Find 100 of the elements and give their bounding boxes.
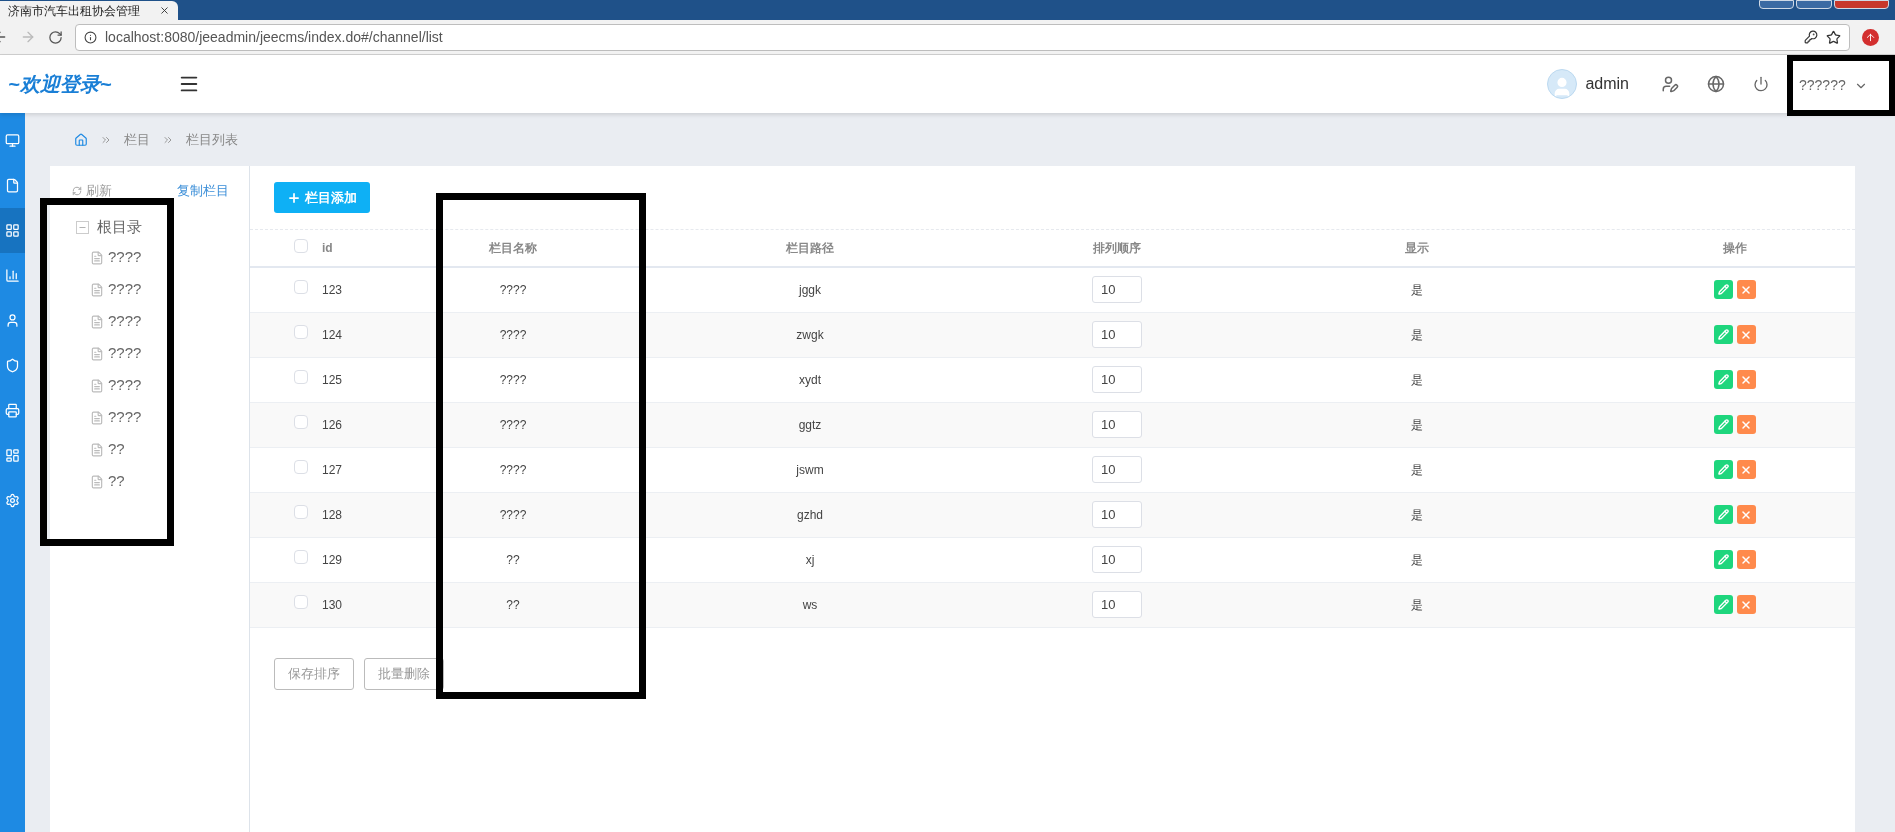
table-cell: 128 <box>322 507 343 522</box>
checkbox[interactable] <box>294 415 308 429</box>
order-input[interactable]: 10 <box>1092 321 1142 348</box>
tree-node[interactable]: ???? <box>108 310 142 333</box>
table-cell: ???? <box>499 417 527 432</box>
delete-button[interactable] <box>1736 460 1756 479</box>
table-row[interactable]: 129 ?? xj 10 是 <box>250 537 1855 582</box>
collapse-icon[interactable] <box>76 221 89 234</box>
delete-button[interactable] <box>1736 505 1756 524</box>
checkbox[interactable] <box>294 238 308 253</box>
table-cell: 是 <box>1411 597 1423 612</box>
table-row[interactable]: 127 ???? jswm 10 是 <box>250 447 1855 492</box>
order-input[interactable]: 10 <box>1092 456 1142 483</box>
checkbox[interactable] <box>294 595 308 609</box>
table-cell: ggtz <box>798 417 822 432</box>
tree-node[interactable]: ???? <box>108 246 142 269</box>
pencil-icon <box>1717 509 1729 520</box>
file-icon <box>90 314 104 329</box>
edit-button[interactable] <box>1713 370 1733 389</box>
edit-button[interactable] <box>1713 460 1733 479</box>
file-icon <box>90 250 104 265</box>
tree-node[interactable]: ???? <box>108 406 142 429</box>
address-bar[interactable]: localhost:8080/jeeadmin/jeecms/index.do#/channel/list <box>75 23 1850 51</box>
table-cell: jswm <box>796 462 824 477</box>
refresh-icon <box>72 185 82 196</box>
power-icon[interactable] <box>1753 76 1769 92</box>
delete-button[interactable] <box>1736 595 1756 614</box>
checkbox[interactable] <box>294 550 308 564</box>
checkbox[interactable] <box>294 460 308 474</box>
home-icon[interactable] <box>74 132 88 147</box>
edit-button[interactable] <box>1713 325 1733 344</box>
checkbox[interactable] <box>294 325 308 339</box>
tree-node[interactable]: ?? <box>108 470 125 493</box>
delete-button[interactable] <box>1736 415 1756 434</box>
table-row[interactable]: 130 ?? ws 10 是 <box>250 582 1855 627</box>
edit-button[interactable] <box>1713 550 1733 569</box>
delete-button[interactable] <box>1736 325 1756 344</box>
edit-button[interactable] <box>1713 505 1733 524</box>
table-row[interactable]: 124 ???? zwgk 10 是 <box>250 312 1855 357</box>
pencil-icon <box>1717 329 1729 340</box>
forward-icon[interactable] <box>20 29 36 45</box>
tab-title: 济南市汽车出租协会管理 <box>8 2 141 20</box>
logo: ~欢迎登录~ <box>8 72 113 97</box>
copy-link[interactable]: 复制栏目 <box>177 181 229 201</box>
table-cell: zwgk <box>796 327 824 342</box>
language-dropdown[interactable]: ?????? <box>1799 75 1868 96</box>
dashboard-icon <box>5 448 20 463</box>
key-icon[interactable] <box>1804 30 1818 44</box>
order-input[interactable]: 10 <box>1092 276 1142 304</box>
cross-icon <box>1740 463 1752 476</box>
delete-button[interactable] <box>1736 280 1756 300</box>
order-input[interactable]: 10 <box>1092 501 1142 528</box>
monitor-icon <box>5 133 20 148</box>
table-cell: ???? <box>499 462 527 477</box>
checkbox[interactable] <box>294 280 308 295</box>
reload-icon[interactable] <box>48 29 63 45</box>
avatar <box>1547 69 1578 99</box>
table-row[interactable]: 123 ???? jggk 10 是 <box>250 267 1855 312</box>
browser-tab[interactable]: 济南市汽车出租协会管理 <box>0 1 178 20</box>
user-name[interactable]: admin <box>1585 72 1629 96</box>
settings-icon <box>5 493 20 508</box>
order-input[interactable]: 10 <box>1092 366 1142 393</box>
tree-node[interactable]: ???? <box>108 374 142 397</box>
file-icon <box>90 410 104 425</box>
table-cell: 123 <box>322 282 343 297</box>
grid-icon <box>5 223 20 238</box>
cross-icon <box>1740 373 1752 386</box>
table-cell: 126 <box>322 417 343 432</box>
checkbox[interactable] <box>294 370 308 384</box>
sidebar-item[interactable] <box>0 208 25 253</box>
edit-button[interactable] <box>1713 415 1733 434</box>
order-input[interactable]: 10 <box>1092 411 1142 438</box>
table-cell: xj <box>805 552 815 567</box>
order-input[interactable]: 10 <box>1092 546 1142 573</box>
file-icon <box>90 378 104 393</box>
table-row[interactable]: 125 ???? xydt 10 是 <box>250 357 1855 402</box>
close-icon[interactable] <box>159 5 170 16</box>
table-row[interactable]: 126 ???? ggtz 10 是 <box>250 402 1855 447</box>
checkbox[interactable] <box>294 505 308 519</box>
table-row[interactable]: 128 ???? gzhd 10 是 <box>250 492 1855 537</box>
delete-button[interactable] <box>1736 370 1756 389</box>
pencil-icon <box>1717 419 1729 430</box>
table-cell: 是 <box>1411 507 1423 522</box>
table-cell: gzhd <box>797 507 823 522</box>
column-header: id <box>322 230 420 267</box>
window-controls[interactable] <box>1759 0 1889 9</box>
edit-button[interactable] <box>1713 595 1733 614</box>
browser-icon[interactable] <box>1707 75 1725 93</box>
order-input[interactable]: 10 <box>1092 591 1142 618</box>
tree-node[interactable]: ???? <box>108 342 142 365</box>
table-cell: ws <box>802 597 818 612</box>
edit-button[interactable] <box>1713 280 1733 300</box>
tree-node[interactable]: 根目录 <box>97 216 142 239</box>
tree-node[interactable]: ???? <box>108 278 142 301</box>
column-header: 栏目路径 <box>606 230 1014 267</box>
tree-node[interactable]: ?? <box>108 438 125 461</box>
delete-button[interactable] <box>1736 550 1756 569</box>
star-icon[interactable] <box>1826 29 1841 45</box>
user-edit-icon[interactable] <box>1661 75 1679 93</box>
extension-icon[interactable] <box>1862 28 1879 46</box>
